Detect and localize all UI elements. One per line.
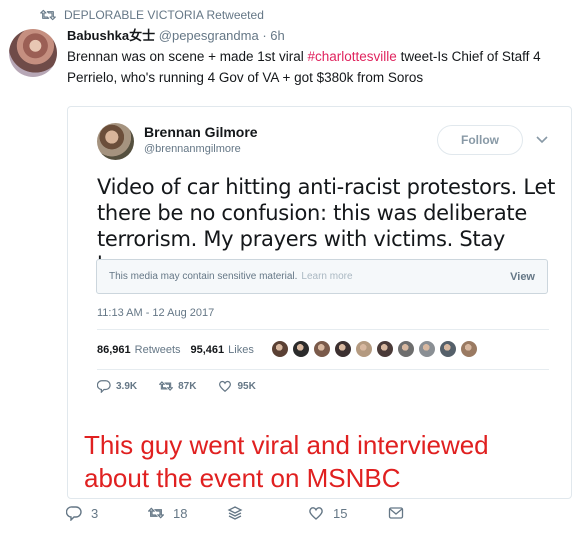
avatar[interactable] (9, 29, 57, 77)
sensitive-media-notice: This media may contain sensitive materia… (96, 259, 548, 294)
retweets-label[interactable]: Retweets (135, 344, 181, 356)
tweet-time[interactable]: 6h (270, 28, 284, 43)
reply-icon (97, 380, 111, 393)
learn-more-link[interactable]: Learn more (301, 271, 352, 282)
retweets-count[interactable]: 86,961 (97, 344, 131, 356)
quoted-timestamp[interactable]: 11:13 AM - 12 Aug 2017 (97, 307, 214, 319)
author-handle[interactable]: @pepesgrandma (159, 28, 259, 43)
quoted-retweet-action[interactable]: 87K (159, 379, 196, 393)
liker-avatar[interactable] (334, 340, 352, 358)
likes-count[interactable]: 95,461 (191, 344, 225, 356)
quoted-avatar[interactable] (97, 123, 134, 160)
quoted-like-action[interactable]: 95K (218, 379, 256, 393)
message-action[interactable] (388, 505, 404, 521)
quoted-author-handle[interactable]: @brennanmgilmore (144, 143, 241, 155)
likes-label[interactable]: Likes (228, 344, 254, 356)
stack-action[interactable] (227, 505, 243, 521)
stack-icon (227, 506, 243, 520)
retweet-count: 18 (173, 505, 188, 521)
reply-action[interactable]: 3 (66, 505, 98, 521)
liker-avatar[interactable] (376, 340, 394, 358)
tweet-text: Brennan was on scene + made 1st viral #c… (67, 46, 572, 88)
chevron-down-icon[interactable] (536, 135, 548, 145)
annotation-line-1: This guy went viral and interviewed (84, 430, 489, 460)
like-count: 15 (333, 505, 348, 521)
retweet-header: DEPLORABLE VICTORIA Retweeted (40, 7, 264, 23)
quoted-reply-action[interactable]: 3.9K (97, 379, 137, 393)
quoted-like-count: 95K (237, 380, 256, 392)
like-action[interactable]: 15 (308, 505, 347, 521)
likers-avatars[interactable] (271, 340, 478, 358)
liker-avatar[interactable] (271, 340, 289, 358)
envelope-icon (388, 507, 404, 519)
quoted-actions: 3.9K 87K 95K (97, 379, 278, 393)
retweet-header-text[interactable]: DEPLORABLE VICTORIA Retweeted (64, 8, 264, 22)
liker-avatar[interactable] (418, 340, 436, 358)
reply-icon (66, 506, 82, 521)
annotation-text: This guy went viral and interviewed abou… (84, 429, 564, 495)
heart-icon (309, 507, 323, 520)
retweet-icon (40, 9, 56, 21)
liker-avatar[interactable] (292, 340, 310, 358)
liker-avatar[interactable] (460, 340, 478, 358)
quoted-tweet-card[interactable]: Brennan Gilmore @brennanmgilmore Follow … (67, 106, 572, 499)
sensitive-text: This media may contain sensitive materia… (109, 271, 298, 282)
view-button[interactable]: View (510, 271, 535, 283)
liker-avatar[interactable] (397, 340, 415, 358)
quoted-retweet-count: 87K (178, 380, 197, 392)
quoted-author-name[interactable]: Brennan Gilmore (144, 124, 258, 140)
retweet-icon (148, 507, 164, 519)
liker-avatar[interactable] (313, 340, 331, 358)
author-name[interactable]: Babushka女士 (67, 28, 155, 43)
retweet-icon (159, 381, 174, 391)
tweet: Babushka女士 @pepesgrandma · 6h Brennan wa… (67, 27, 572, 88)
tweet-header: Babushka女士 @pepesgrandma · 6h (67, 27, 572, 45)
divider (97, 369, 549, 370)
retweet-action[interactable]: 18 (148, 505, 187, 521)
follow-button[interactable]: Follow (437, 125, 523, 155)
engagement-stats: 86,961 Retweets 95,461 Likes (97, 344, 254, 356)
divider (97, 329, 549, 330)
heart-icon (219, 380, 232, 393)
hashtag-link[interactable]: #charlottesville (308, 49, 397, 64)
time-separator: · (262, 28, 267, 43)
quoted-reply-count: 3.9K (116, 380, 138, 392)
liker-avatar[interactable] (355, 340, 373, 358)
reply-count: 3 (91, 505, 99, 521)
tweet-text-before: Brennan was on scene + made 1st viral (67, 49, 308, 64)
liker-avatar[interactable] (439, 340, 457, 358)
annotation-line-2: about the event on MSNBC (84, 463, 401, 493)
